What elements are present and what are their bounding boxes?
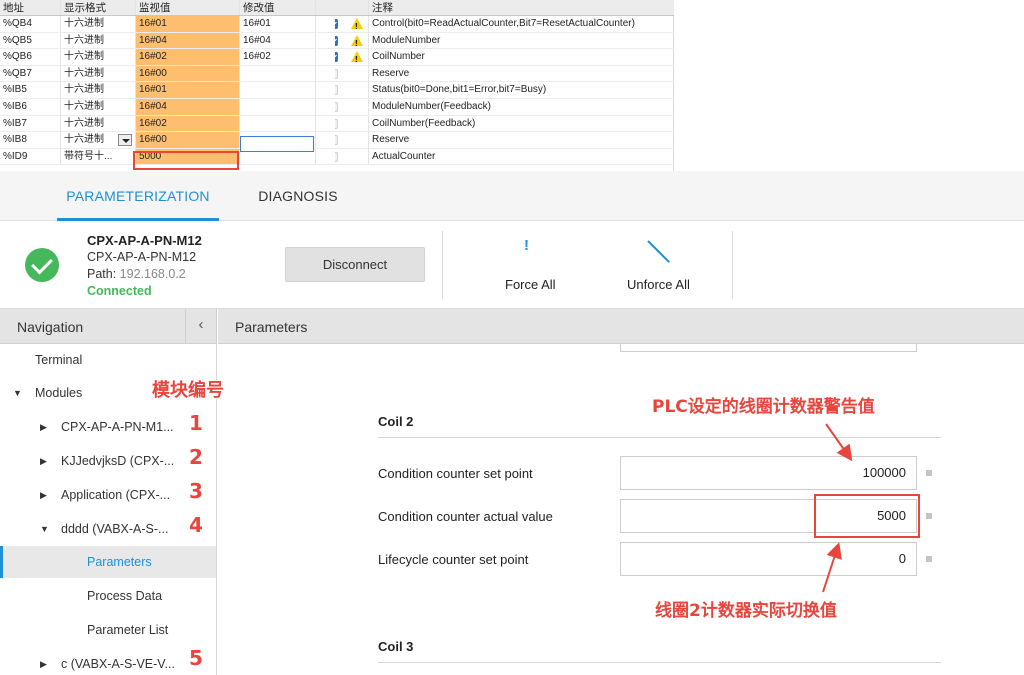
arrow-to-set-point	[825, 423, 853, 462]
annotation-arrows	[822, 423, 853, 593]
arrow-to-actual-value	[822, 542, 842, 593]
